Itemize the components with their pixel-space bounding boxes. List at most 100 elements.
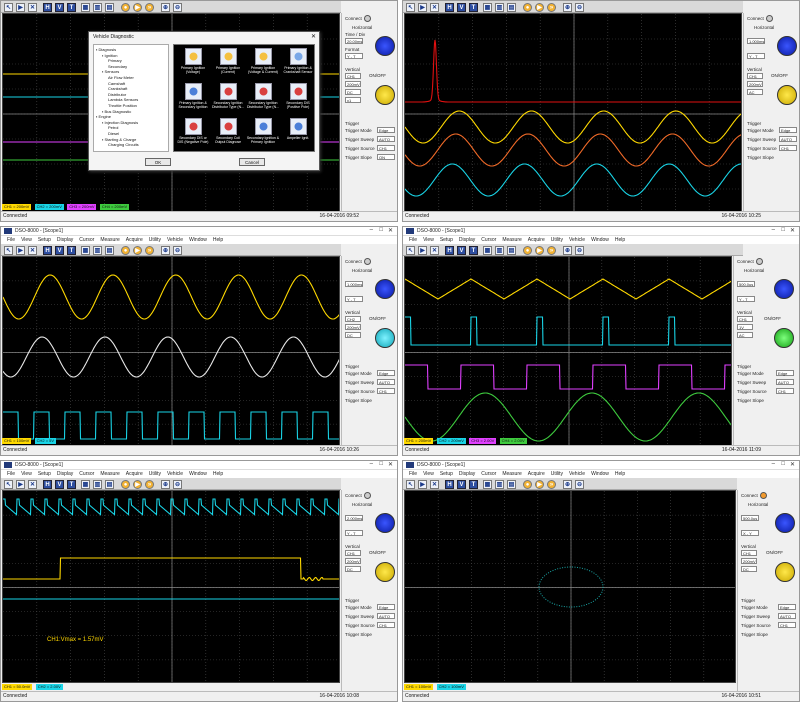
zoom-in-icon[interactable]: ⊕ bbox=[563, 480, 572, 489]
trigger-sweep-select[interactable]: AUTO bbox=[377, 379, 395, 385]
menu-acquire[interactable]: Acquire bbox=[126, 470, 143, 478]
format-select[interactable]: X - Y bbox=[741, 530, 759, 536]
maximize-icon[interactable]: □ bbox=[379, 227, 383, 233]
close-icon[interactable]: ✕ bbox=[388, 227, 393, 234]
menu-measure[interactable]: Measure bbox=[502, 470, 521, 478]
pointer-icon[interactable]: ↖ bbox=[406, 480, 415, 489]
timediv-select[interactable]: 1.000ms bbox=[747, 38, 765, 44]
maximize-icon[interactable]: □ bbox=[781, 227, 785, 233]
menu-window[interactable]: Window bbox=[591, 236, 609, 244]
diagnostic-tile[interactable]: Secondary Ignition & Primary Ignition bbox=[246, 117, 280, 151]
time-knob[interactable] bbox=[775, 513, 795, 533]
pointer-icon[interactable]: ↖ bbox=[4, 480, 13, 489]
connect-button[interactable] bbox=[766, 15, 773, 22]
single-icon[interactable]: ▥ bbox=[495, 246, 504, 255]
probe-select[interactable]: x1 bbox=[345, 97, 361, 103]
menu-file[interactable]: File bbox=[7, 236, 15, 244]
maximize-icon[interactable]: □ bbox=[781, 461, 785, 467]
trigger-sweep-select[interactable]: AUTO bbox=[377, 136, 395, 142]
menu-utility[interactable]: Utility bbox=[149, 236, 161, 244]
forward-icon[interactable]: » bbox=[547, 246, 556, 255]
pointer-icon[interactable]: ↖ bbox=[4, 3, 13, 12]
time-knob[interactable] bbox=[777, 36, 797, 56]
vertical-icon[interactable]: V bbox=[55, 246, 64, 255]
trigger-source-select[interactable]: CH1 bbox=[377, 622, 395, 628]
play-circle-icon[interactable]: ▶ bbox=[133, 480, 142, 489]
menu-setup[interactable]: Setup bbox=[38, 470, 51, 478]
display-icon[interactable]: ▦ bbox=[483, 3, 492, 12]
stop-icon[interactable]: ✕ bbox=[430, 246, 439, 255]
time-knob[interactable] bbox=[375, 279, 395, 299]
horizontal-icon[interactable]: H bbox=[43, 480, 52, 489]
zoom-in-icon[interactable]: ⊕ bbox=[161, 480, 170, 489]
volts-select[interactable]: 200mV bbox=[747, 81, 763, 87]
waveform-display[interactable]: CH1:Vmax = 1.57mV bbox=[2, 490, 340, 683]
trigger-sweep-select[interactable]: AUTO bbox=[778, 613, 796, 619]
display-icon[interactable]: ▦ bbox=[483, 246, 492, 255]
menu-utility[interactable]: Utility bbox=[551, 470, 563, 478]
waveform-display[interactable] bbox=[404, 490, 736, 683]
menu-view[interactable]: View bbox=[21, 470, 32, 478]
vertical-icon[interactable]: V bbox=[55, 480, 64, 489]
diagnostic-tile[interactable]: Secondary Ignition Distributor Type (N..… bbox=[211, 82, 245, 116]
menu-view[interactable]: View bbox=[21, 236, 32, 244]
menu-vehicle[interactable]: Vehicle bbox=[569, 470, 585, 478]
trigger-sweep-select[interactable]: AUTO bbox=[779, 136, 797, 142]
volts-knob[interactable] bbox=[375, 85, 395, 105]
volts-knob[interactable] bbox=[375, 562, 395, 582]
stop-icon[interactable]: ✕ bbox=[28, 246, 37, 255]
trigger-icon[interactable]: T bbox=[469, 480, 478, 489]
horizontal-icon[interactable]: H bbox=[43, 3, 52, 12]
stop-icon[interactable]: ✕ bbox=[28, 3, 37, 12]
volts-select[interactable]: 200mV bbox=[345, 324, 361, 330]
menu-help[interactable]: Help bbox=[615, 236, 625, 244]
scale-icon[interactable]: ▤ bbox=[105, 3, 114, 12]
waveform-display[interactable] bbox=[2, 256, 340, 447]
minimize-icon[interactable]: – bbox=[370, 461, 373, 467]
display-icon[interactable]: ▦ bbox=[81, 246, 90, 255]
format-select[interactable]: Y - T bbox=[345, 53, 363, 59]
trigger-icon[interactable]: T bbox=[67, 480, 76, 489]
format-select[interactable]: Y - T bbox=[747, 53, 765, 59]
trigger-source-select[interactable]: CH1 bbox=[377, 145, 395, 151]
zoom-out-icon[interactable]: ⊖ bbox=[575, 480, 584, 489]
menu-setup[interactable]: Setup bbox=[38, 236, 51, 244]
time-knob[interactable] bbox=[774, 279, 794, 299]
channel-select[interactable]: CH1 bbox=[747, 73, 763, 79]
record-icon[interactable]: ● bbox=[121, 246, 130, 255]
trigger-sweep-select[interactable]: AUTO bbox=[776, 379, 794, 385]
volts-select[interactable]: 200mV bbox=[345, 558, 361, 564]
trigger-source-select[interactable]: CH1 bbox=[377, 388, 395, 394]
play-icon[interactable]: ▶ bbox=[16, 246, 25, 255]
forward-icon[interactable]: » bbox=[145, 3, 154, 12]
trigger-icon[interactable]: T bbox=[469, 246, 478, 255]
diagnostic-tile[interactable]: Primary Ignition (Voltage) bbox=[176, 47, 210, 81]
record-icon[interactable]: ● bbox=[523, 246, 532, 255]
channel-select[interactable]: CH1 bbox=[741, 550, 757, 556]
menu-cursor[interactable]: Cursor bbox=[79, 470, 94, 478]
menu-help[interactable]: Help bbox=[615, 470, 625, 478]
diagnostic-tile[interactable]: Secondary Ignition Distributor Type (N..… bbox=[246, 82, 280, 116]
play-icon[interactable]: ▶ bbox=[418, 480, 427, 489]
vertical-icon[interactable]: V bbox=[457, 3, 466, 12]
diagnostic-tile[interactable]: Primary Ignition & Secondary Ignition bbox=[176, 82, 210, 116]
waveform-display[interactable] bbox=[404, 13, 742, 213]
forward-icon[interactable]: » bbox=[145, 480, 154, 489]
scale-icon[interactable]: ▤ bbox=[507, 246, 516, 255]
menu-display[interactable]: Display bbox=[459, 470, 475, 478]
menu-display[interactable]: Display bbox=[459, 236, 475, 244]
diagnostic-tile[interactable]: Primary Ignition (Voltage & Current) bbox=[246, 47, 280, 81]
scale-icon[interactable]: ▤ bbox=[105, 480, 114, 489]
format-select[interactable]: Y - T bbox=[345, 296, 363, 302]
volts-knob[interactable] bbox=[777, 85, 797, 105]
display-icon[interactable]: ▦ bbox=[81, 480, 90, 489]
menu-measure[interactable]: Measure bbox=[502, 236, 521, 244]
format-select[interactable]: Y - T bbox=[737, 296, 755, 302]
display-icon[interactable]: ▦ bbox=[483, 480, 492, 489]
coupling-select[interactable]: AC bbox=[747, 89, 763, 95]
pointer-icon[interactable]: ↖ bbox=[406, 3, 415, 12]
connect-button[interactable] bbox=[756, 258, 763, 265]
minimize-icon[interactable]: – bbox=[772, 461, 775, 467]
connect-button[interactable] bbox=[364, 15, 371, 22]
channel-select[interactable]: CH2 bbox=[345, 316, 361, 322]
